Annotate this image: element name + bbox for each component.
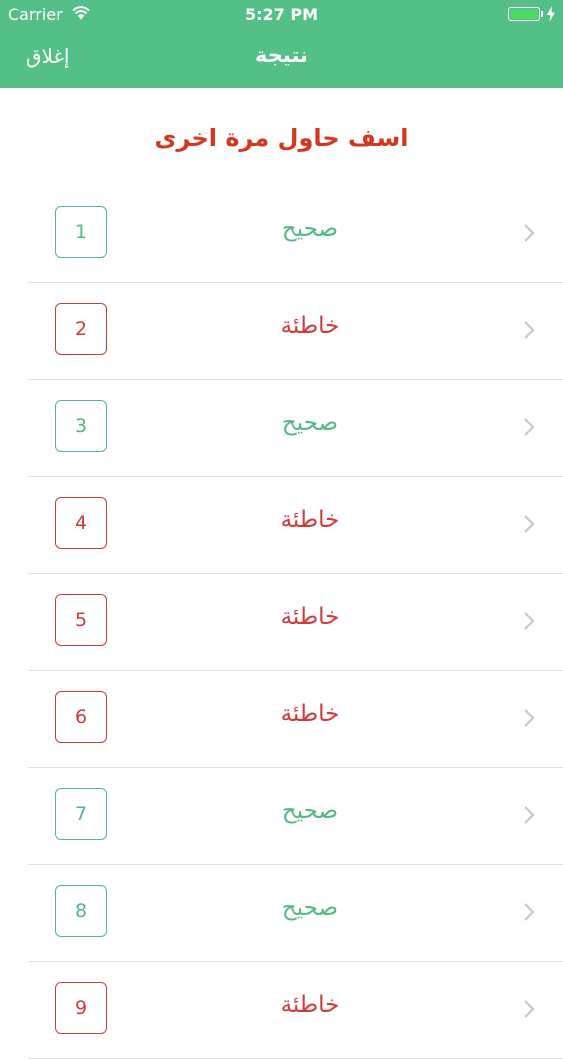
question-number-badge: 2 (55, 303, 107, 355)
chevron-right-icon (524, 515, 535, 533)
result-status-label: صحيح (281, 216, 339, 242)
question-number-badge: 7 (55, 788, 107, 840)
chevron-right-icon (524, 709, 535, 727)
result-row[interactable]: 8 صحيح (28, 865, 563, 962)
result-status-label: خاطئة (280, 313, 340, 339)
battery-cap (541, 11, 543, 17)
result-status-label: خاطئة (280, 992, 340, 1018)
result-row[interactable]: 2 خاطئة (28, 283, 563, 380)
question-number-badge: 6 (55, 691, 107, 743)
result-status-label: خاطئة (280, 507, 340, 533)
header: Carrier 5:27 PM إغلاق نتيجة (0, 0, 563, 88)
status-bar: Carrier 5:27 PM (0, 0, 563, 30)
result-status-label: خاطئة (280, 701, 340, 727)
result-status-label: صحيح (281, 798, 339, 824)
question-number-badge: 5 (55, 594, 107, 646)
question-number-badge: 9 (55, 982, 107, 1034)
status-time: 5:27 PM (244, 5, 318, 24)
question-number-badge: 1 (55, 206, 107, 258)
result-row[interactable]: 6 خاطئة (28, 671, 563, 768)
result-status-label: صحيح (281, 895, 339, 921)
result-row[interactable]: 5 خاطئة (28, 574, 563, 671)
battery-icon (508, 7, 540, 21)
result-row[interactable]: 3 صحيح (28, 380, 563, 477)
result-row[interactable]: 7 صحيح (28, 768, 563, 865)
chevron-right-icon (524, 903, 535, 921)
chevron-right-icon (524, 1000, 535, 1018)
result-status-label: صحيح (281, 410, 339, 436)
question-number-badge: 8 (55, 885, 107, 937)
chevron-right-icon (524, 321, 535, 339)
page-title: نتيجة (255, 43, 308, 67)
chevron-right-icon (524, 806, 535, 824)
charging-icon (547, 6, 555, 22)
result-row[interactable]: 1 صحيح (28, 186, 563, 283)
question-number-badge: 4 (55, 497, 107, 549)
result-row[interactable]: 4 خاطئة (28, 477, 563, 574)
chevron-right-icon (524, 418, 535, 436)
chevron-right-icon (524, 224, 535, 242)
result-message: اسف حاول مرة اخرى (154, 124, 409, 152)
result-status-label: خاطئة (280, 604, 340, 630)
chevron-right-icon (524, 612, 535, 630)
navigation-bar: إغلاق نتيجة (0, 30, 563, 88)
question-number-badge: 3 (55, 400, 107, 452)
results-list: 1 صحيح 2 خاطئة 3 صحيح 4 خاطئة 5 خاطئة 6 خاطئة 7 صحيح 8… (0, 186, 563, 1059)
result-row[interactable]: 9 خاطئة (28, 962, 563, 1059)
